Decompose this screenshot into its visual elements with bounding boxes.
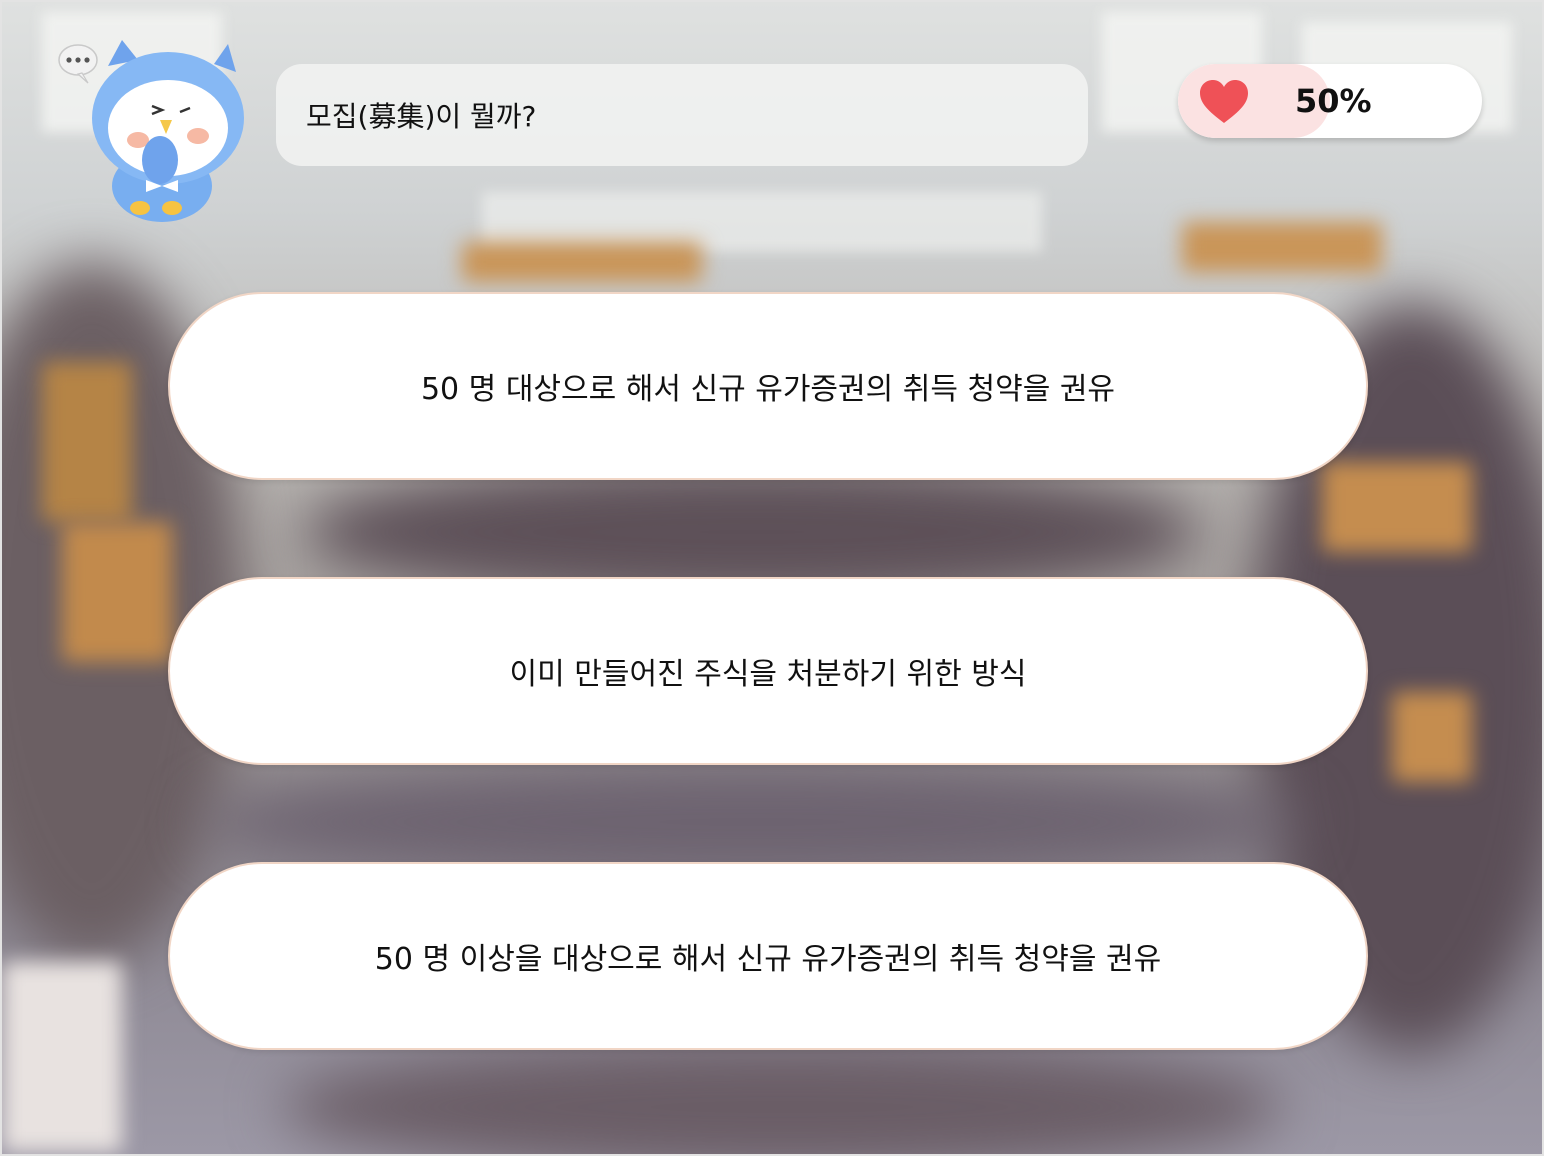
answer-option-3[interactable]: 50 명 이상을 대상으로 해서 신규 유가증권의 취득 청약을 권유 — [168, 862, 1368, 1050]
answer-option-1[interactable]: 50 명 대상으로 해서 신규 유가증권의 취득 청약을 권유 — [168, 292, 1368, 480]
answer-option-label: 이미 만들어진 주식을 처분하기 위한 방식 — [509, 657, 1027, 692]
answer-option-label: 50 명 대상으로 해서 신규 유가증권의 취득 청약을 권유 — [420, 372, 1116, 407]
quiz-screen: 모집(募集)이 뭘까? 50% 50 명 대상으로 해서 신규 유가증권의 취득… — [0, 0, 1544, 1156]
question-text: 모집(募集)이 뭘까? — [306, 100, 537, 133]
question-bubble: 모집(募集)이 뭘까? — [276, 64, 1088, 166]
heart-icon — [1200, 80, 1248, 123]
speech-dots-icon — [58, 44, 98, 84]
progress-indicator: 50% — [1178, 64, 1482, 138]
answer-option-label: 50 명 이상을 대상으로 해서 신규 유가증권의 취득 청약을 권유 — [374, 942, 1162, 977]
answer-option-2[interactable]: 이미 만들어진 주식을 처분하기 위한 방식 — [168, 577, 1368, 765]
owl-mascot-icon — [56, 36, 256, 226]
progress-percent: 50% — [1295, 82, 1372, 120]
